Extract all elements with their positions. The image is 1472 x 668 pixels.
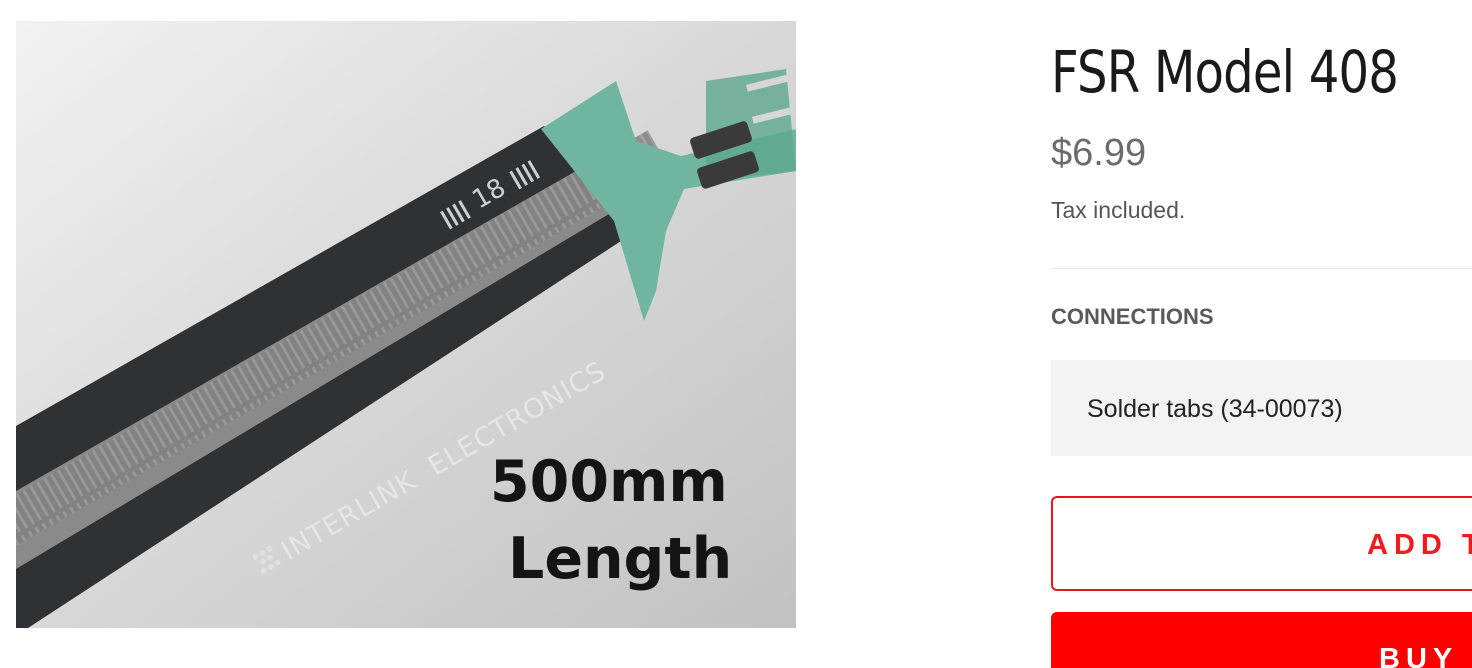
product-title: FSR Model 408 xyxy=(1051,38,1399,106)
connections-label: CONNECTIONS xyxy=(1051,304,1214,329)
fsr-sensor-illustration: 18 INTERLINK ELECTRONICS 500mm Length xyxy=(16,21,796,628)
product-info: FSR Model 408 $6.99 Tax included. CONNEC… xyxy=(1051,0,1472,668)
add-to-cart-label: ADD T xyxy=(1367,529,1472,561)
buy-now-label: BUY I xyxy=(1379,643,1472,668)
add-to-cart-button[interactable]: ADD T xyxy=(1051,496,1472,591)
connections-select[interactable]: Solder tabs (34-00073) xyxy=(1051,360,1472,456)
product-page: 18 INTERLINK ELECTRONICS 500mm Length FS… xyxy=(0,0,1472,668)
buy-now-button[interactable]: BUY I xyxy=(1051,612,1472,668)
product-price: $6.99 xyxy=(1051,132,1147,174)
image-overlay-length: 500mm xyxy=(490,449,728,515)
tax-note: Tax included. xyxy=(1051,197,1186,223)
connections-select-value: Solder tabs (34-00073) xyxy=(1087,395,1343,423)
product-image[interactable]: 18 INTERLINK ELECTRONICS 500mm Length xyxy=(16,21,796,628)
divider xyxy=(1051,268,1472,269)
image-overlay-caption: Length xyxy=(508,526,732,592)
